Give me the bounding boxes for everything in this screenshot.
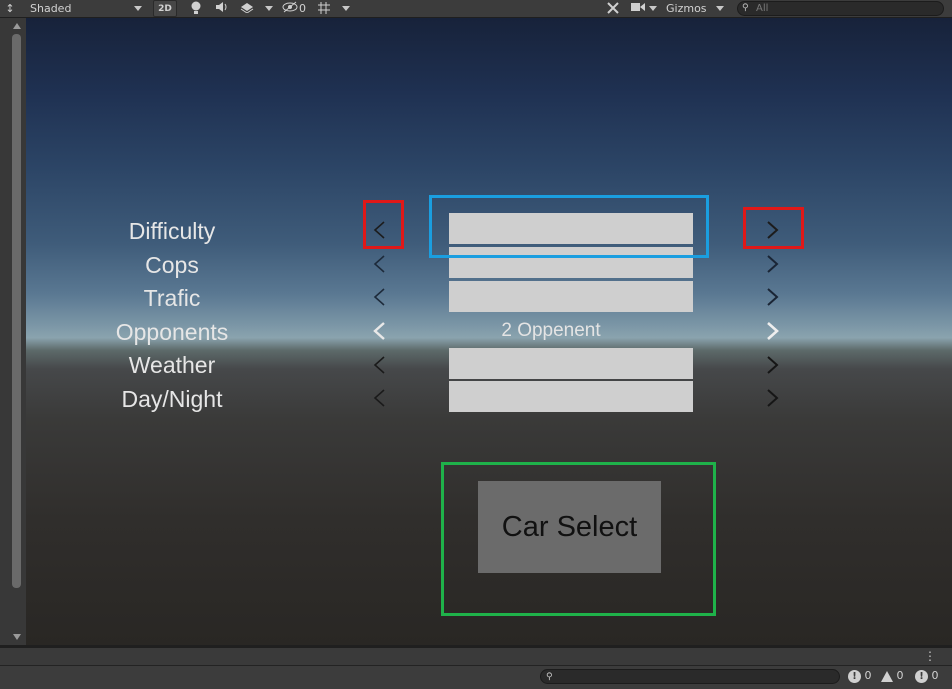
effects-icon[interactable] — [237, 1, 257, 16]
left-arrow-highlight-box — [363, 200, 404, 249]
car-select-button[interactable]: Car Select — [478, 481, 661, 573]
chevron-down-icon — [134, 6, 142, 11]
warning-icon — [881, 670, 893, 682]
hidden-objects-count: 0 — [299, 2, 306, 15]
error-count: 0 — [864, 669, 872, 682]
audio-icon[interactable] — [212, 1, 232, 16]
more-options-icon[interactable]: ⋮ — [924, 650, 936, 662]
chevron-left-icon — [373, 288, 385, 306]
camera-icon[interactable] — [628, 1, 648, 16]
shading-mode-dropdown[interactable]: Shaded — [26, 0, 146, 17]
gizmos-label: Gizmos — [666, 2, 707, 15]
opponents-value-text: 2 Oppenent — [501, 320, 601, 341]
day-night-next-button[interactable] — [762, 388, 782, 408]
info-icon: ! — [915, 669, 928, 683]
error-icon: ! — [848, 669, 861, 683]
scene-search-input[interactable]: ⚲ All — [737, 1, 944, 16]
gizmos-dropdown-icon[interactable] — [716, 6, 724, 11]
weather-value-field[interactable] — [449, 348, 693, 379]
console-panel-header — [0, 648, 952, 665]
tools-icon[interactable] — [603, 1, 623, 16]
scroll-up-icon[interactable] — [13, 23, 21, 29]
grid-dropdown-icon[interactable] — [342, 6, 350, 11]
transform-tool-icon[interactable]: ↕ — [0, 1, 20, 16]
vertical-scrollbar[interactable] — [12, 34, 21, 588]
chevron-left-icon — [373, 255, 385, 273]
search-icon: ⚲ — [742, 3, 749, 13]
error-counter[interactable]: ! 0 — [848, 667, 872, 685]
chevron-left-icon — [373, 356, 385, 374]
opponents-next-button[interactable] — [762, 321, 782, 341]
right-arrow-highlight-box — [743, 207, 804, 249]
chevron-left-icon — [373, 322, 385, 340]
shading-mode-label: Shaded — [30, 2, 72, 15]
weather-next-button[interactable] — [762, 355, 782, 375]
search-icon: ⚲ — [546, 672, 553, 682]
trafic-prev-button[interactable] — [370, 287, 390, 307]
chevron-right-icon — [767, 322, 779, 340]
scroll-down-icon[interactable] — [13, 634, 21, 640]
trafic-next-button[interactable] — [762, 287, 782, 307]
trafic-label: Trafic — [143, 285, 201, 311]
chevron-left-icon — [373, 389, 385, 407]
chevron-right-icon — [767, 389, 779, 407]
difficulty-label: Difficulty — [128, 218, 216, 244]
chevron-right-icon — [767, 356, 779, 374]
toggle-2d-button[interactable]: 2D — [153, 0, 177, 17]
day-night-label: Day/Night — [121, 386, 223, 412]
effects-dropdown-icon[interactable] — [265, 6, 273, 11]
scene-search-placeholder: All — [756, 3, 769, 14]
grid-icon[interactable] — [314, 1, 334, 16]
chevron-right-icon — [767, 255, 779, 273]
weather-prev-button[interactable] — [370, 355, 390, 375]
cops-prev-button[interactable] — [370, 254, 390, 274]
info-count: 0 — [931, 669, 939, 682]
info-counter[interactable]: ! 0 — [915, 667, 939, 685]
day-night-value-field[interactable] — [449, 381, 693, 412]
scene-toolbar: ↕ Shaded 2D 0 Gizmos ⚲ All — [0, 0, 952, 18]
trafic-value-field[interactable] — [449, 281, 693, 312]
lighting-icon[interactable] — [186, 1, 206, 16]
warning-count: 0 — [896, 669, 904, 682]
hidden-objects-icon[interactable] — [282, 1, 298, 16]
opponents-prev-button[interactable] — [370, 321, 390, 341]
chevron-right-icon — [767, 288, 779, 306]
opponents-label: Opponents — [115, 319, 229, 345]
weather-label: Weather — [128, 352, 216, 378]
camera-dropdown-icon[interactable] — [649, 6, 657, 11]
gizmos-dropdown[interactable]: Gizmos — [663, 0, 711, 17]
value-field-highlight-box — [429, 195, 709, 258]
warning-counter[interactable]: 0 — [881, 667, 904, 685]
console-search-input[interactable]: ⚲ — [540, 669, 840, 684]
cops-next-button[interactable] — [762, 254, 782, 274]
day-night-prev-button[interactable] — [370, 388, 390, 408]
cops-label: Cops — [145, 252, 199, 278]
